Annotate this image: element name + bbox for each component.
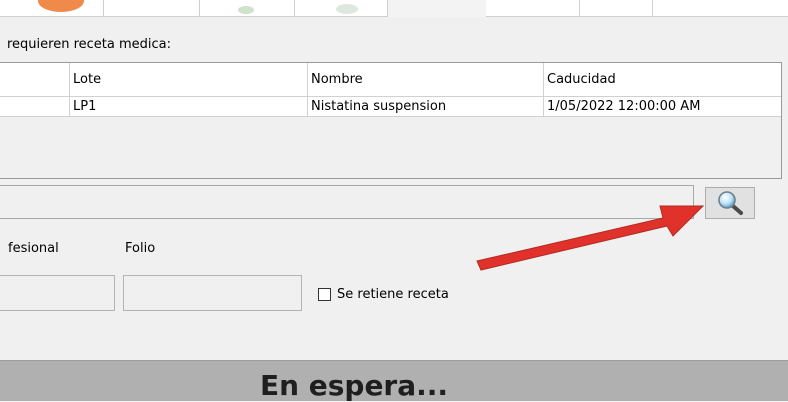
toolbar-button-3[interactable]	[200, 0, 295, 17]
top-toolbar	[0, 0, 788, 17]
retain-prescription-checkbox[interactable]: Se retiene receta	[318, 287, 449, 302]
annotation-arrow	[476, 205, 705, 271]
column-header-lote[interactable]: Lote	[70, 63, 308, 96]
cell-caducidad: 1/05/2022 12:00:00 AM	[547, 99, 701, 114]
profesional-label: fesional	[8, 241, 59, 256]
cell-lote: LP1	[70, 97, 308, 116]
checkbox-box[interactable]	[318, 288, 331, 301]
status-bar: En espera...	[0, 360, 788, 402]
prescription-section-label: requieren receta medica:	[7, 37, 172, 52]
cell-nombre: Nistatina suspension	[308, 97, 544, 116]
toolbar-icon	[336, 4, 358, 14]
column-header[interactable]	[0, 63, 70, 96]
toolbar-button-5[interactable]	[486, 0, 580, 17]
profesional-field[interactable]	[0, 275, 115, 311]
toolbar-button-2[interactable]	[104, 0, 200, 17]
table-row[interactable]: LP1 Nistatina suspension 1/05/2022 12:00…	[0, 97, 781, 117]
toolbar-button-7[interactable]	[653, 0, 788, 17]
grid-header: Lote Nombre Caducidad	[0, 63, 781, 97]
folio-field[interactable]	[123, 275, 302, 311]
toolbar-button-1[interactable]	[0, 0, 104, 17]
app-logo-icon	[38, 0, 84, 12]
column-header-caducidad[interactable]: Caducidad	[544, 63, 781, 96]
cell-col0	[0, 97, 70, 116]
status-text: En espera...	[259, 369, 449, 402]
toolbar-icon	[238, 6, 254, 14]
toolbar-button-4[interactable]	[295, 0, 388, 17]
column-header-nombre[interactable]: Nombre	[308, 63, 544, 96]
prescription-grid[interactable]: Lote Nombre Caducidad LP1 Nistatina susp…	[0, 62, 782, 179]
toolbar-button-6[interactable]	[580, 0, 653, 17]
folio-label: Folio	[125, 241, 156, 256]
checkbox-label: Se retiene receta	[337, 287, 449, 302]
